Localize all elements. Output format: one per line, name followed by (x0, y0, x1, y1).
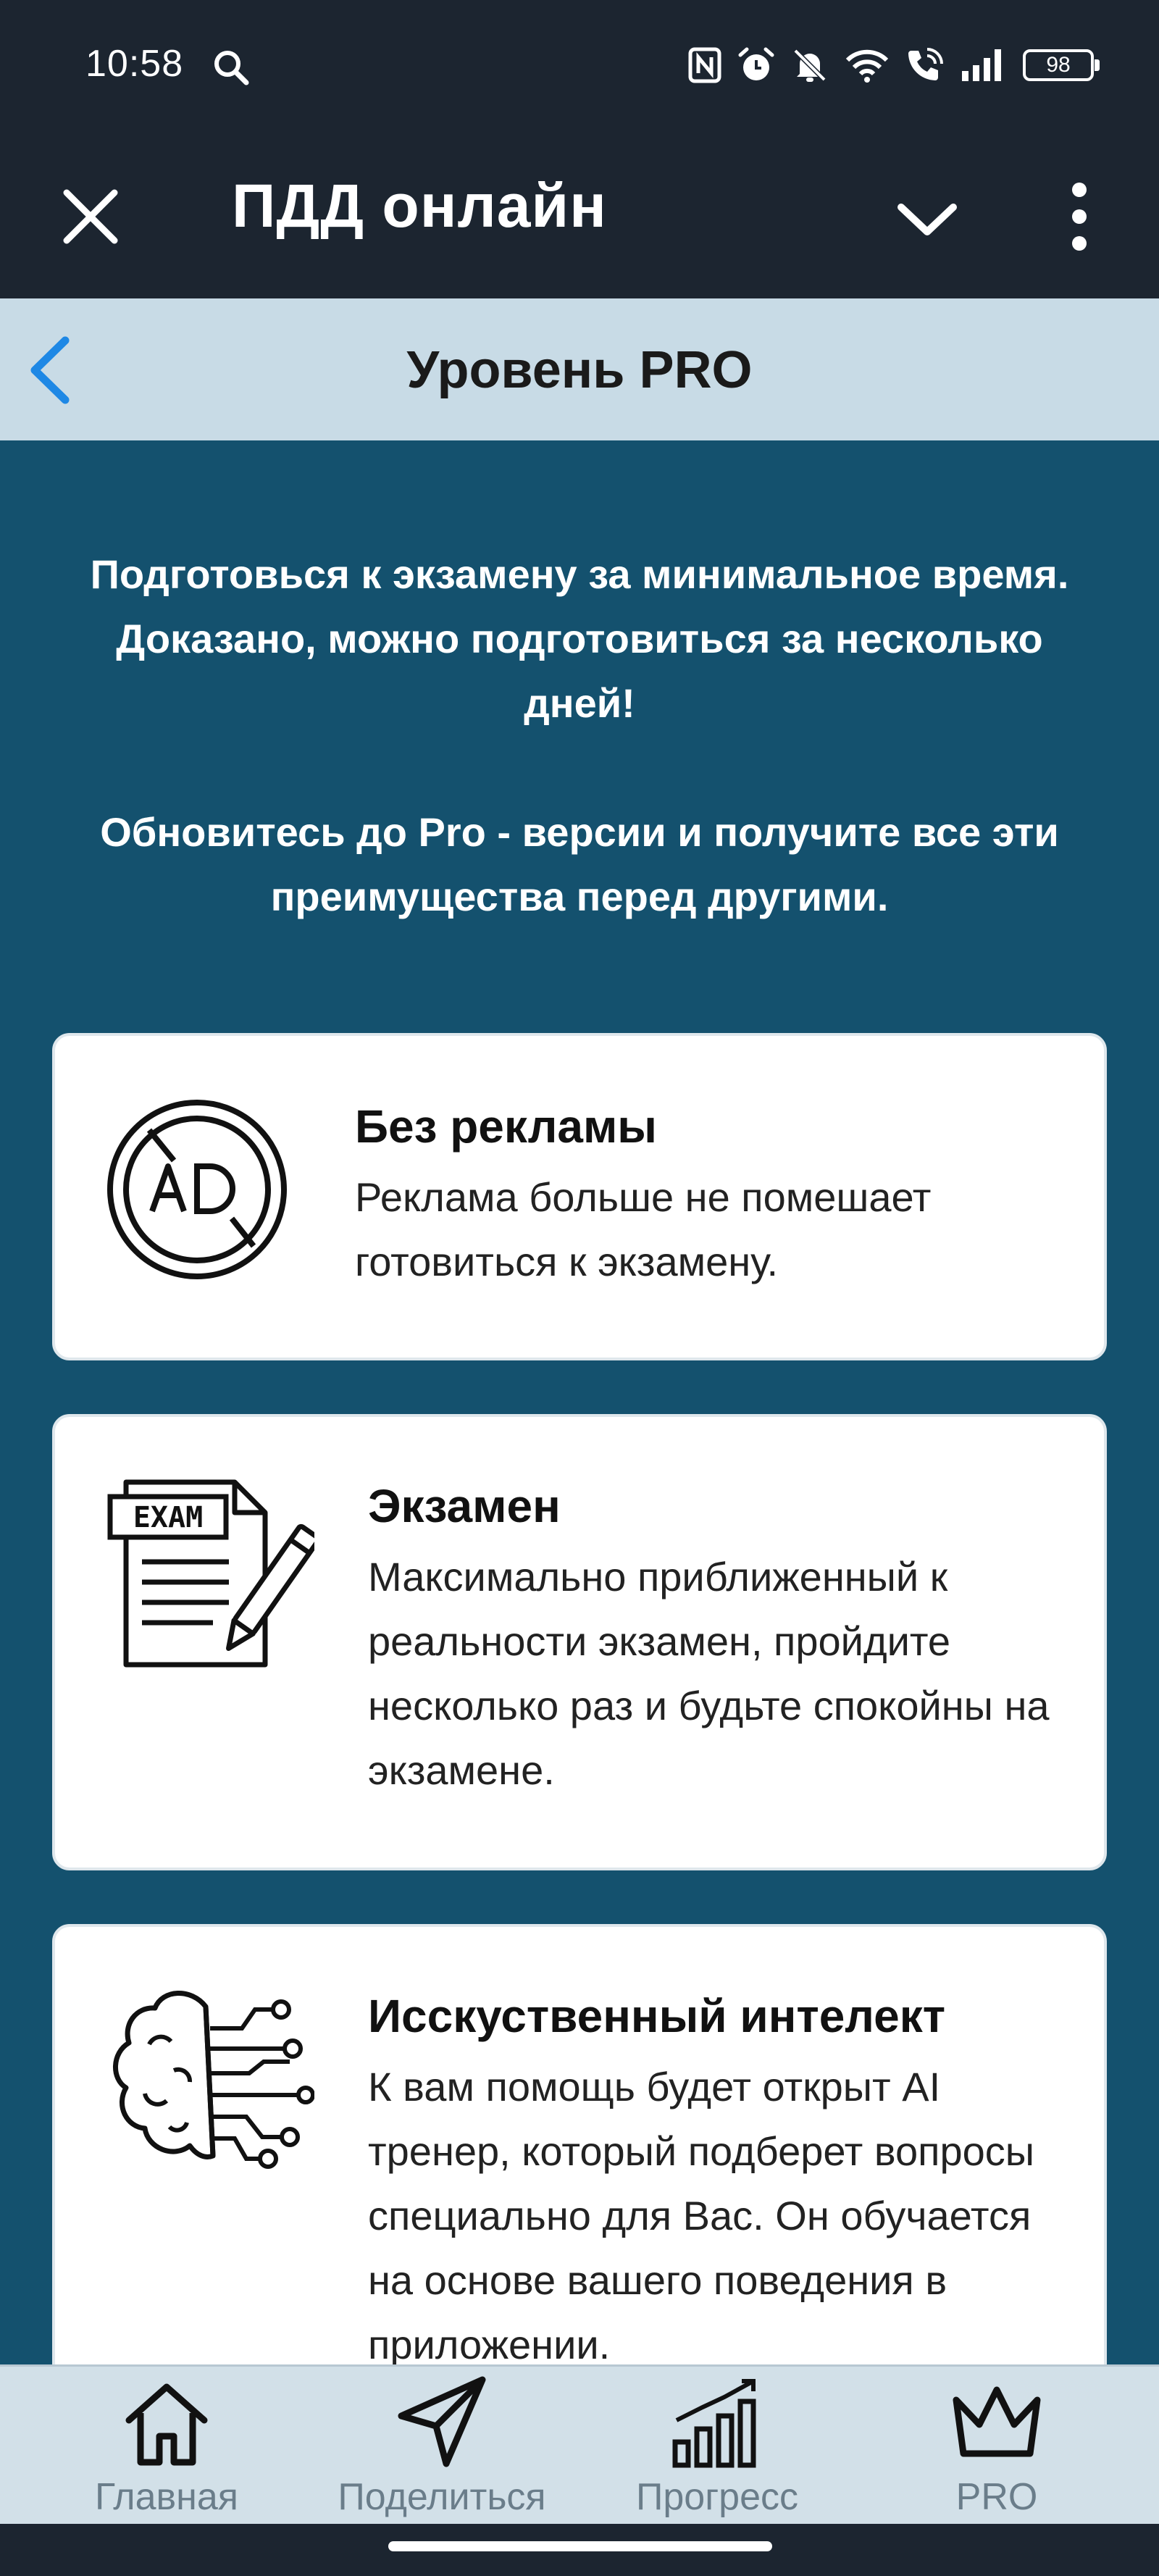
app-title: ПДД онлайн (232, 172, 607, 240)
battery-icon: 98 (1023, 49, 1100, 81)
feature-description: Максимально приближенный к реальности эк… (368, 1554, 1050, 1793)
search-icon (214, 51, 249, 85)
nav-item-progress[interactable]: Прогресс (623, 2367, 811, 2526)
status-time: 10:58 (85, 43, 184, 85)
progress-chart-icon (672, 2379, 756, 2468)
feature-title: Экзамен (368, 1480, 561, 1532)
feature-title: Без рекламы (355, 1100, 657, 1153)
feature-description: Реклама больше не помешает готовиться к … (355, 1174, 932, 1284)
alarm-icon (738, 47, 774, 80)
nav-item-pro[interactable]: PRO (903, 2367, 1091, 2526)
bottom-navigation: Главная Поделиться Прогресс PRO (0, 2364, 1159, 2524)
crown-icon (953, 2386, 1041, 2457)
nav-label: Главная (95, 2476, 238, 2518)
nav-item-share[interactable]: Поделиться (326, 2367, 558, 2526)
app-bar: ПДД онлайн (0, 133, 1159, 298)
no-ads-icon (107, 1100, 287, 1279)
battery-level: 98 (1046, 53, 1071, 77)
gesture-area (0, 2524, 1159, 2576)
svg-text:EXAM: EXAM (133, 1501, 203, 1534)
send-icon (398, 2376, 486, 2467)
pro-features-content[interactable]: Подготовься к экзамену за минимальное вр… (0, 440, 1159, 2364)
nav-label: PRO (955, 2476, 1038, 2518)
signal-icon (962, 49, 1001, 81)
feature-card-no-ads: Без рекламы Реклама больше не помешает г… (52, 1033, 1107, 1360)
close-icon[interactable] (58, 184, 123, 249)
nav-label: Поделиться (338, 2476, 546, 2518)
feature-description: К вам помощь будет открыт AI тренер, кот… (368, 2064, 1034, 2364)
home-gesture-handle[interactable] (388, 2541, 772, 2551)
intro-paragraph: Подготовься к экзамену за минимальное вр… (90, 551, 1069, 726)
feature-card-ai: Исскуственный интелект К вам помощь буде… (52, 1924, 1107, 2364)
ai-brain-icon (113, 1991, 314, 2169)
nfc-icon (688, 47, 721, 83)
nav-label: Прогресс (635, 2476, 799, 2518)
more-vertical-icon[interactable] (1050, 177, 1108, 256)
feature-card-exam: EXAM Экзамен Максимально приближенный к … (52, 1414, 1107, 1870)
status-icons: 98 (688, 43, 1100, 87)
chevron-down-icon[interactable] (891, 187, 963, 252)
intro-text: Подготовься к экзамену за минимальное вр… (87, 542, 1072, 929)
muted-bell-icon (793, 49, 827, 82)
wifi-calling-icon (908, 48, 943, 80)
sub-header: Уровень PRO (0, 298, 1159, 440)
intro-paragraph: Обновитесь до Pro - версии и получите вс… (100, 809, 1059, 919)
home-icon (125, 2383, 208, 2466)
feature-title: Исскуственный интелект (368, 1990, 946, 2042)
chevron-left-icon[interactable] (17, 330, 90, 410)
exam-icon: EXAM (107, 1479, 314, 1668)
status-bar: 10:58 98 (0, 0, 1159, 133)
nav-item-home[interactable]: Главная (72, 2367, 261, 2526)
wifi-icon (845, 49, 889, 83)
page-title: Уровень PRO (406, 341, 753, 399)
